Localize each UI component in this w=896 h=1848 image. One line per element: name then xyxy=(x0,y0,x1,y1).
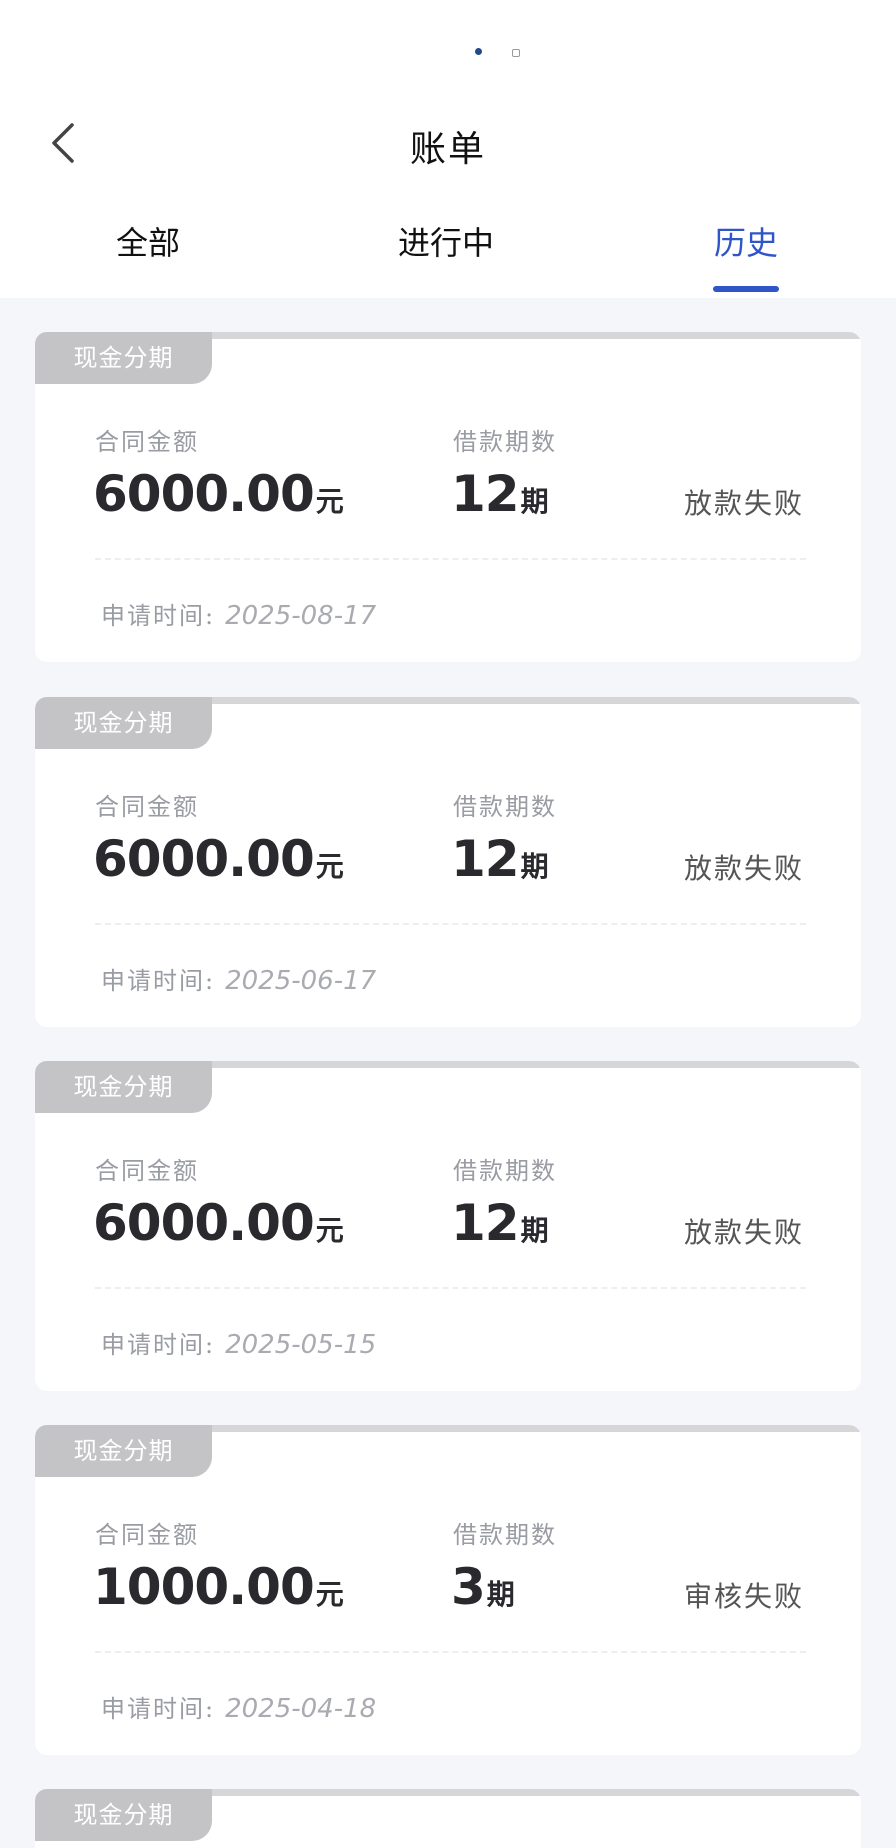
apply-time: 申请时间: 2025-08-17 xyxy=(101,596,376,631)
apply-date: 2025-06-17 xyxy=(225,966,377,996)
periods-number: 3 xyxy=(451,1558,486,1616)
app-header: 账单 全部 进行中 历史 xyxy=(0,0,896,298)
amount-number: 6000.00 xyxy=(93,1194,315,1252)
camera-dot-icon xyxy=(475,48,482,55)
period-unit: 期 xyxy=(520,485,549,518)
periods-value: 12期 xyxy=(451,830,549,888)
bill-card[interactable]: 现金分期 合同金额 借款期数 6000.00元 12期 放款失败 申请时间: 20… xyxy=(35,697,861,1027)
periods-value: 12期 xyxy=(451,1194,549,1252)
bill-card[interactable]: 现金分期 xyxy=(35,1789,861,1848)
amount-number: 1000.00 xyxy=(93,1558,315,1616)
dashed-divider xyxy=(95,558,806,560)
bill-status: 放款失败 xyxy=(683,852,804,885)
apply-date: 2025-08-17 xyxy=(225,601,377,631)
tab-all[interactable]: 全部 xyxy=(68,218,228,268)
amount-label: 合同金额 xyxy=(95,793,199,821)
amount-unit: 元 xyxy=(315,485,344,518)
dashed-divider xyxy=(95,1287,806,1289)
periods-label: 借款期数 xyxy=(453,1157,557,1185)
product-tag: 现金分期 xyxy=(35,332,212,384)
amount-number: 6000.00 xyxy=(93,465,315,523)
product-tag: 现金分期 xyxy=(35,1789,212,1841)
apply-time-label: 申请时间: xyxy=(101,1695,216,1723)
periods-label: 借款期数 xyxy=(453,793,557,821)
period-unit: 期 xyxy=(486,1578,515,1611)
periods-value: 12期 xyxy=(451,465,549,523)
periods-number: 12 xyxy=(451,830,520,888)
periods-number: 12 xyxy=(451,465,520,523)
apply-date: 2025-05-15 xyxy=(225,1330,377,1360)
amount-label: 合同金额 xyxy=(95,1521,199,1549)
amount-value: 1000.00元 xyxy=(93,1558,344,1616)
amount-label: 合同金额 xyxy=(95,428,199,456)
bill-card[interactable]: 现金分期 合同金额 借款期数 1000.00元 3期 审核失败 申请时间: 202… xyxy=(35,1425,861,1755)
apply-time: 申请时间: 2025-06-17 xyxy=(101,961,376,996)
apply-time: 申请时间: 2025-04-18 xyxy=(101,1689,376,1724)
dashed-divider xyxy=(95,1651,806,1653)
amount-value: 6000.00元 xyxy=(93,465,344,523)
bill-card[interactable]: 现金分期 合同金额 借款期数 6000.00元 12期 放款失败 申请时间: 20… xyxy=(35,332,861,662)
apply-date: 2025-04-18 xyxy=(225,1694,377,1724)
amount-unit: 元 xyxy=(315,850,344,883)
apply-time: 申请时间: 2025-05-15 xyxy=(101,1325,376,1360)
bill-status: 放款失败 xyxy=(683,1216,804,1249)
amount-value: 6000.00元 xyxy=(93,1194,344,1252)
dashed-divider xyxy=(95,923,806,925)
status-indicators xyxy=(472,46,532,58)
apply-time-label: 申请时间: xyxy=(101,967,216,995)
amount-number: 6000.00 xyxy=(93,830,315,888)
tab-in-progress[interactable]: 进行中 xyxy=(366,218,526,268)
bill-status: 放款失败 xyxy=(683,487,804,520)
page-title: 账单 xyxy=(409,129,486,170)
tab-history[interactable]: 历史 xyxy=(666,218,826,268)
periods-number: 12 xyxy=(451,1194,520,1252)
bill-status: 审核失败 xyxy=(683,1580,804,1613)
periods-label: 借款期数 xyxy=(453,1521,557,1549)
period-unit: 期 xyxy=(520,850,549,883)
product-tag: 现金分期 xyxy=(35,1061,212,1113)
amount-unit: 元 xyxy=(315,1214,344,1247)
periods-value: 3期 xyxy=(451,1558,515,1616)
sensor-icon xyxy=(512,49,520,57)
amount-unit: 元 xyxy=(315,1578,344,1611)
apply-time-label: 申请时间: xyxy=(101,602,216,630)
product-tag: 现金分期 xyxy=(35,697,212,749)
apply-time-label: 申请时间: xyxy=(101,1331,216,1359)
amount-value: 6000.00元 xyxy=(93,830,344,888)
active-tab-indicator xyxy=(713,286,779,292)
bill-card[interactable]: 现金分期 合同金额 借款期数 6000.00元 12期 放款失败 申请时间: 20… xyxy=(35,1061,861,1391)
product-tag: 现金分期 xyxy=(35,1425,212,1477)
periods-label: 借款期数 xyxy=(453,428,557,456)
period-unit: 期 xyxy=(520,1214,549,1247)
amount-label: 合同金额 xyxy=(95,1157,199,1185)
